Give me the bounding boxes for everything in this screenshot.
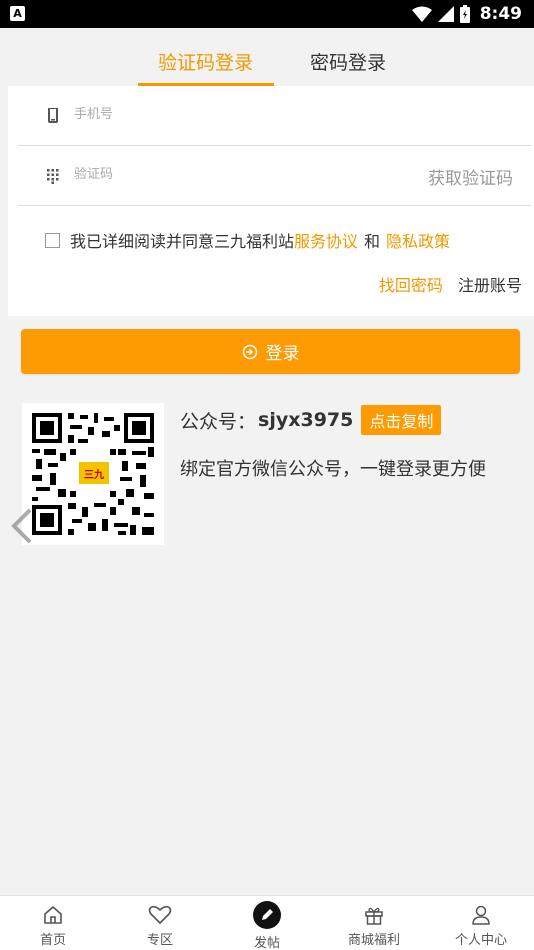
nav-label-home: 首页 bbox=[39, 933, 66, 948]
tab-code-login[interactable]: 验证码登录 bbox=[158, 48, 253, 75]
pencil-icon bbox=[253, 901, 281, 929]
tab-password-login[interactable]: 密码登录 bbox=[310, 48, 386, 75]
public-account-label: 公众号： bbox=[180, 410, 257, 433]
qr-logo-text: 三九 bbox=[84, 468, 104, 481]
nav-label-post: 发帖 bbox=[253, 936, 280, 950]
qr-code-image: 三九 bbox=[22, 403, 164, 545]
service-agreement-link[interactable]: 服务协议 bbox=[294, 228, 358, 252]
battery-icon bbox=[459, 5, 470, 23]
code-input[interactable] bbox=[74, 167, 374, 182]
nav-label-mall: 商城福利 bbox=[347, 933, 400, 948]
copy-button[interactable]: 点击复制 bbox=[361, 405, 442, 435]
keypad-icon bbox=[47, 169, 59, 184]
app-notification-icon: A bbox=[10, 6, 25, 21]
public-account-id: sjyx3975 bbox=[258, 409, 354, 431]
login-button[interactable]: 登录 bbox=[21, 329, 520, 374]
public-account-line: 公众号： sjyx3975 点击复制 bbox=[180, 405, 442, 435]
login-icon bbox=[242, 344, 257, 359]
code-row: 获取验证码 bbox=[18, 148, 531, 206]
status-bar: A 8:49 bbox=[0, 0, 534, 28]
recover-password-link[interactable]: 找回密码 bbox=[379, 276, 443, 295]
agreement-text: 我已详细阅读并同意三九福利站 bbox=[70, 232, 295, 251]
nav-item-post[interactable]: 发帖 bbox=[214, 896, 320, 950]
nav-label-profile: 个人中心 bbox=[454, 933, 507, 948]
back-chevron-icon[interactable] bbox=[6, 506, 34, 546]
wechat-qr-code: 三九 bbox=[22, 403, 164, 545]
user-icon bbox=[472, 905, 490, 925]
agreement-and: 和 bbox=[364, 232, 381, 251]
phone-input[interactable] bbox=[74, 107, 374, 122]
account-links: 找回密码 注册账号 bbox=[379, 272, 522, 296]
nav-label-zone: 专区 bbox=[146, 933, 173, 948]
clock: 8:49 bbox=[479, 4, 522, 24]
login-tabs: 验证码登录 密码登录 bbox=[0, 28, 534, 86]
nav-item-home[interactable]: 首页 bbox=[0, 896, 106, 950]
signal-icon bbox=[437, 6, 454, 22]
get-code-button[interactable]: 获取验证码 bbox=[428, 164, 513, 189]
home-icon bbox=[44, 906, 62, 924]
agreement-row: 我已详细阅读并同意三九福利站 服务协议 和 隐私政策 bbox=[45, 228, 450, 252]
bind-wechat-text: 绑定官方微信公众号，一键登录更方便 bbox=[180, 459, 486, 480]
nav-item-mall[interactable]: 商城福利 bbox=[321, 896, 427, 950]
bottom-nav: 首页 专区 发帖 商城福利 个人中心 bbox=[0, 895, 534, 950]
wifi-icon bbox=[411, 6, 432, 22]
gift-icon bbox=[365, 907, 383, 925]
nav-item-zone[interactable]: 专区 bbox=[107, 896, 213, 950]
login-button-label: 登录 bbox=[265, 344, 300, 364]
agree-checkbox[interactable] bbox=[45, 232, 60, 248]
login-form: 获取验证码 我已详细阅读并同意三九福利站 服务协议 和 隐私政策 找回密码 注册… bbox=[8, 86, 534, 316]
phone-row bbox=[18, 88, 531, 146]
nav-item-profile[interactable]: 个人中心 bbox=[428, 896, 534, 950]
register-link[interactable]: 注册账号 bbox=[458, 276, 522, 295]
phone-icon bbox=[48, 108, 58, 123]
privacy-policy-link[interactable]: 隐私政策 bbox=[386, 228, 450, 252]
heart-icon bbox=[148, 905, 172, 924]
